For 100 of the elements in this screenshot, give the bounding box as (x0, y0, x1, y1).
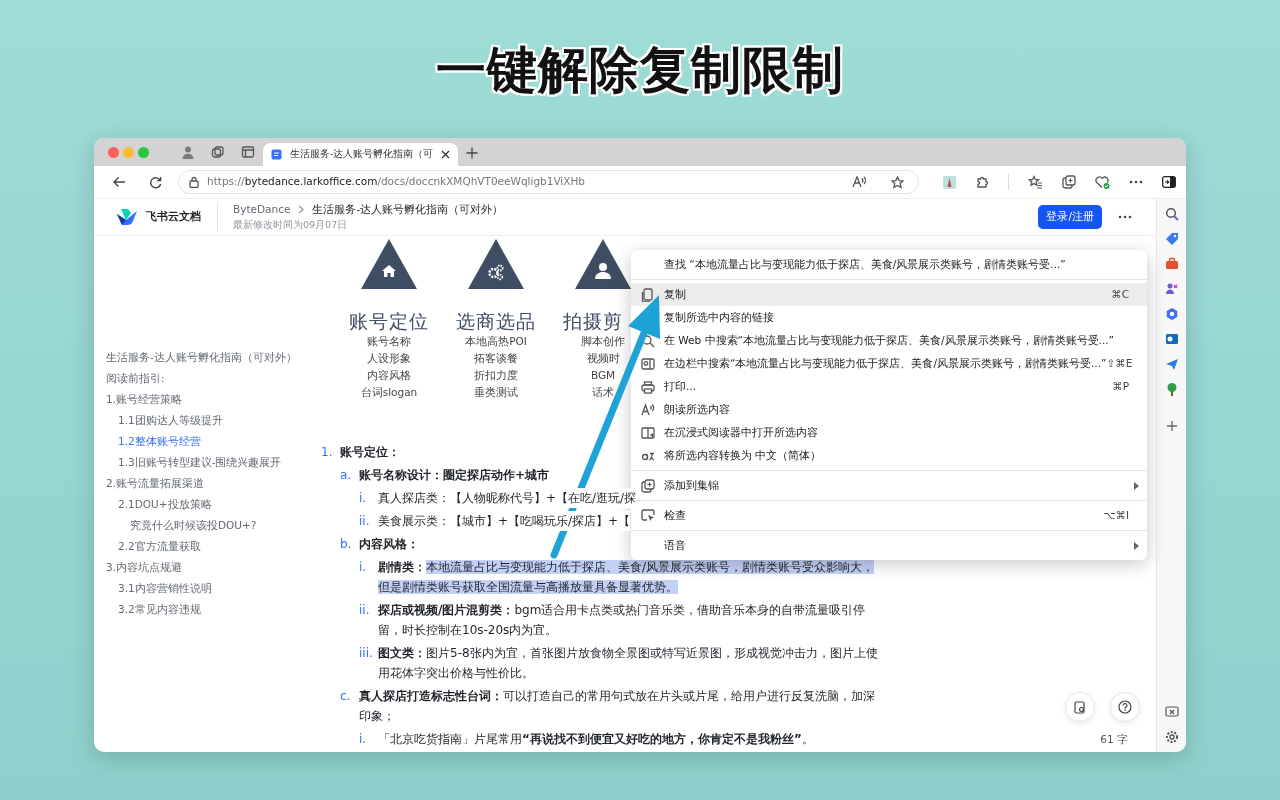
outline-item[interactable]: 2.账号流量拓展渠道 (106, 473, 319, 494)
document-icon (271, 149, 282, 160)
heart-pulse-icon[interactable] (1095, 175, 1110, 189)
submenu-arrow-icon (1134, 541, 1139, 550)
outline-item[interactable]: 3.内容坑点规避 (106, 557, 319, 578)
copy-icon (641, 287, 655, 302)
submenu-arrow-icon (1134, 481, 1139, 490)
list-marker: i. (359, 490, 368, 507)
collections-icon[interactable] (1062, 175, 1076, 189)
url-text: https://bytedance.larkoffice.com/docs/doccnkXMQhVT0eeWqligb1ViXHb (207, 174, 587, 190)
lock-icon (189, 176, 199, 188)
mail-icon[interactable] (1164, 332, 1179, 346)
plus-icon[interactable] (1164, 419, 1179, 433)
gears-triangle-icon (467, 238, 525, 290)
outline-item[interactable]: 1.2整体账号经营 (106, 431, 319, 452)
outline-item[interactable]: 3.2常见内容违规 (106, 599, 319, 620)
paper-plane-icon[interactable] (1164, 357, 1179, 371)
people-icon[interactable] (1164, 282, 1179, 296)
inspect-icon (641, 508, 655, 523)
diagram-item: 台词slogan (360, 385, 418, 400)
paragraph: 图文类：图片5-8张内为宜，首张图片放食物全景图或特写近景图，形成视觉冲击力，图片上使用花体字突出价格与性价比。 (378, 645, 879, 682)
favorites-icon[interactable] (1028, 175, 1043, 189)
word-count: 61 字 (1100, 732, 1128, 748)
more-icon[interactable] (1129, 180, 1143, 184)
back-icon[interactable] (111, 176, 126, 188)
outline-item[interactable]: 1.1团购达人等级提升 (106, 410, 319, 431)
diagram-item: 拓客谈餐 (474, 351, 518, 366)
house-triangle-icon (360, 238, 418, 290)
extension-thumbnail-icon[interactable] (943, 175, 956, 189)
star-icon[interactable] (891, 175, 904, 189)
list-marker: ii. (359, 513, 371, 530)
paragraph: 探店或视频/图片混剪类：bgm适合用卡点类或热门音乐类，借助音乐本身的自带流量吸引停留，时长控制在10s-20s内为宜。 (378, 602, 867, 639)
paragraph: 美食展示类：【城市】+【吃喝玩乐/探店】+【 (378, 511, 631, 531)
outline-item[interactable]: 2.1DOU+投放策略 (106, 494, 319, 515)
outline-item[interactable]: 3.1内容营销性说明 (106, 578, 319, 599)
menu-item[interactable]: 朗读所选内容 (631, 398, 1147, 421)
menu-item[interactable]: 查找 “本地流量占比与变现能力低于探店、美食/风景展示类账号，剧情类账号受...” (631, 253, 1147, 276)
tree-icon[interactable] (1164, 382, 1179, 396)
diagram-title: 选商选品 (456, 309, 536, 333)
app-logo-icon (116, 208, 138, 226)
diagram-item: 视频时 (586, 351, 620, 366)
browser-tab[interactable]: 生活服务-达人账号孵化指南（可 (263, 143, 459, 166)
collection-icon (641, 478, 655, 493)
outline-item[interactable]: 生活服务-达人账号孵化指南（可对外） (106, 347, 319, 368)
list-marker: a. (340, 467, 353, 484)
paragraph: 账号名称设计：圈定探店动作+城市 (359, 467, 550, 484)
menu-item[interactable]: 语音 (631, 534, 1147, 557)
diagram-title: 拍摄剪 (563, 309, 623, 333)
app-name: 飞书云文档 (146, 208, 201, 225)
outline-item[interactable]: 究竟什么时候该投DOU+? (106, 515, 319, 536)
workspaces-icon[interactable] (211, 145, 225, 159)
list-marker: i. (359, 559, 368, 576)
diagram-item: 账号名称 (367, 334, 411, 349)
list-marker: iii. (359, 645, 374, 662)
menu-item[interactable]: 复制 ⌘C (631, 283, 1147, 306)
menu-item[interactable]: 将所选内容转换为 中文（简体） (631, 444, 1147, 467)
menu-item[interactable]: 打印... ⌘P (631, 375, 1147, 398)
sidebar-toggle-icon[interactable] (1162, 176, 1176, 188)
menu-item[interactable]: 在沉浸式阅读器中打开所选内容 (631, 421, 1147, 444)
hexagon-icon[interactable] (1164, 307, 1179, 321)
diagram-item: 垂类测试 (474, 385, 518, 400)
screenshot-icon[interactable] (1164, 706, 1179, 719)
diagram-item: 脚本创作 (581, 334, 625, 349)
more-icon[interactable] (1118, 215, 1132, 219)
reload-icon[interactable] (149, 175, 162, 189)
briefcase-icon[interactable] (1164, 257, 1179, 271)
menu-item[interactable]: 在边栏中搜索“本地流量占比与变现能力低于探店、美食/风景展示类账号，剧情类账号受...”⇧⌘E (631, 352, 1147, 375)
breadcrumb-link[interactable]: 生活服务-达人账号孵化指南（可对外） (312, 202, 504, 218)
outline-item[interactable]: 1.账号经营策略 (106, 389, 319, 410)
outline-item[interactable]: 阅读前指引: (106, 368, 319, 389)
profile-icon[interactable] (181, 145, 195, 159)
tag-icon[interactable] (1164, 232, 1179, 246)
person-triangle-icon (574, 238, 632, 290)
paragraph: 账号定位： (340, 444, 400, 461)
puzzle-icon[interactable] (975, 175, 989, 189)
help-button[interactable] (1110, 692, 1140, 722)
diagram-item: BGM (590, 368, 616, 383)
settings-icon[interactable] (1164, 730, 1179, 744)
list-marker: ii. (359, 602, 371, 619)
paragraph: 真人探店打造标志性台词：可以打造自己的常用句式放在片头或片尾，给用户进行反复洗脑，加深印象； (359, 688, 876, 725)
search-icon[interactable] (1164, 207, 1179, 221)
list-marker: i. (359, 731, 368, 748)
tab-actions-icon[interactable] (241, 145, 255, 159)
menu-item[interactable]: 复制所选中内容的链接 (631, 306, 1147, 329)
history-icon (1074, 700, 1086, 714)
paragraph: 内容风格： (359, 536, 419, 553)
new-tab-icon[interactable] (466, 146, 479, 159)
paragraph: 真人探店类：【人物昵称代号】+【在吃/逛玩/探 (378, 488, 637, 508)
read-aloud-icon (641, 402, 655, 417)
history-button[interactable] (1065, 692, 1095, 722)
close-icon[interactable] (441, 150, 451, 159)
read-aloud-icon[interactable] (852, 176, 867, 188)
diagram-item: 内容风格 (367, 368, 411, 383)
diagram-title: 账号定位 (349, 309, 429, 333)
login-button[interactable]: 登录/注册 (1038, 205, 1102, 229)
outline-item[interactable]: 1.3旧账号转型建议-围绕兴趣展开 (106, 452, 319, 473)
outline-item[interactable]: 2.2官方流量获取 (106, 536, 319, 557)
printer-icon (641, 379, 655, 394)
headline: 一键解除复制限制 (436, 40, 844, 100)
breadcrumb-link[interactable]: ByteDance (233, 202, 291, 218)
